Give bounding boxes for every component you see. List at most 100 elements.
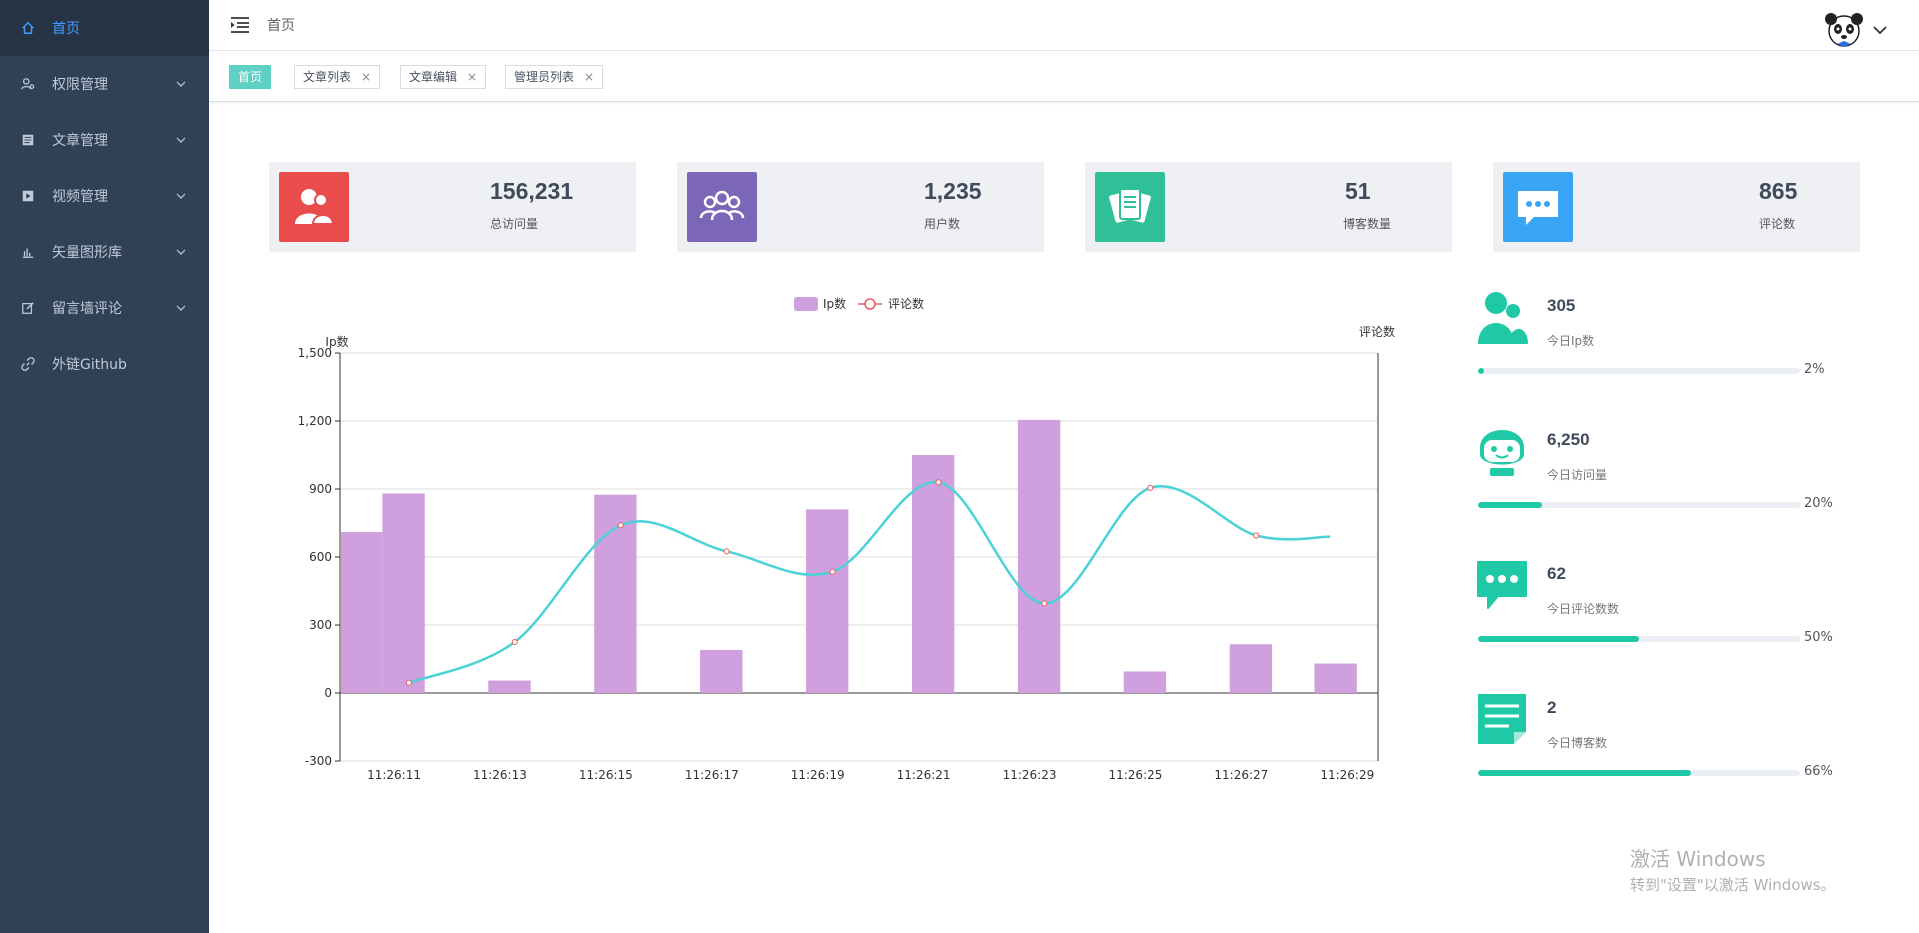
chat-icon bbox=[1503, 172, 1573, 242]
stat-label: 今日博客数 bbox=[1547, 736, 1608, 750]
bar bbox=[1123, 671, 1167, 693]
bar bbox=[488, 680, 531, 693]
line-point bbox=[1253, 532, 1260, 539]
user-key-icon bbox=[20, 76, 36, 92]
robot-face-icon bbox=[1480, 430, 1524, 476]
user-menu[interactable] bbox=[1823, 10, 1889, 50]
sidebar-item-label: 权限管理 bbox=[52, 77, 108, 93]
x-tick-label: 11:26:11 bbox=[367, 768, 421, 782]
progress-track bbox=[1478, 770, 1800, 776]
legend-swatch-bar bbox=[794, 297, 818, 311]
x-tick-label: 11:26:25 bbox=[1108, 768, 1162, 782]
close-icon[interactable]: × bbox=[361, 70, 371, 84]
card-label: 用户数 bbox=[924, 217, 961, 231]
stat-value: 305 bbox=[1547, 296, 1576, 315]
x-tick-label: 11:26:23 bbox=[1003, 768, 1057, 782]
link-icon bbox=[20, 356, 36, 372]
tag-article-edit[interactable]: 文章编辑 × bbox=[400, 65, 487, 89]
card-label: 博客数量 bbox=[1343, 217, 1392, 231]
sidebar-item-videos[interactable]: 视频管理 bbox=[0, 168, 209, 224]
card-value: 51 bbox=[1345, 178, 1371, 204]
bar bbox=[700, 649, 743, 693]
sidebar-item-comments[interactable]: 留言墙评论 bbox=[0, 280, 209, 336]
progress-track bbox=[1478, 502, 1800, 508]
group-icon bbox=[687, 172, 757, 242]
bar bbox=[1314, 663, 1357, 693]
sidebar-item-home[interactable]: 首页 bbox=[0, 0, 209, 56]
legend-label: Ip数 bbox=[823, 296, 846, 311]
tag-admin-list[interactable]: 管理员列表 × bbox=[505, 65, 604, 89]
today-comments-stat: 62 今日评论数数 50% bbox=[1476, 558, 1836, 658]
stat-card-comments[interactable]: 865 评论数 bbox=[1493, 162, 1860, 252]
sidebar-item-label: 文章管理 bbox=[52, 133, 108, 149]
y-tick-label: 0 bbox=[324, 686, 332, 700]
sidebar-item-vector-library[interactable]: 矢量图形库 bbox=[0, 224, 209, 280]
breadcrumb[interactable]: 首页 bbox=[267, 15, 295, 35]
stat-label: 今日评论数数 bbox=[1547, 602, 1620, 616]
line-point bbox=[1041, 600, 1048, 607]
tag-label: 首页 bbox=[238, 70, 263, 84]
progress-track bbox=[1478, 368, 1800, 374]
tags-view-bar: 首页 文章列表 × 文章编辑 × 管理员列表 × bbox=[209, 52, 1919, 102]
chart-canvas: Ip数 评论数Ip数评论数1,5001,2009006003000-30011:2… bbox=[298, 296, 1395, 782]
stat-card-blogs[interactable]: 51 博客数量 bbox=[1085, 162, 1452, 252]
line-point bbox=[511, 639, 518, 645]
chevron-down-icon bbox=[176, 249, 186, 255]
line-point bbox=[935, 479, 942, 486]
chart-ip-comments: Ip数 评论数 Ip数 评论数 1,500 1,200 900 600 300 0 -300 11:2… bbox=[260, 285, 1420, 805]
legend-label: 评论数 bbox=[888, 296, 924, 311]
sidebar: 首页 权限管理 文章管理 视频管理 矢量图形库 留言墙评论 外链Github bbox=[0, 0, 209, 933]
sidebar-item-label: 视频管理 bbox=[52, 189, 108, 205]
card-value: 865 bbox=[1759, 178, 1798, 204]
stat-card-users[interactable]: 1,235 用户数 bbox=[677, 162, 1044, 252]
tag-label: 管理员列表 bbox=[514, 70, 575, 84]
bar bbox=[594, 494, 637, 693]
x-tick-label: 11:26:21 bbox=[897, 768, 951, 782]
tag-article-list[interactable]: 文章列表 × bbox=[294, 65, 381, 89]
progress-percent: 2% bbox=[1804, 362, 1825, 377]
close-icon[interactable]: × bbox=[584, 70, 594, 84]
bar bbox=[1017, 419, 1061, 693]
card-value: 156,231 bbox=[490, 178, 574, 204]
line-point bbox=[617, 522, 624, 529]
note-icon bbox=[1478, 694, 1526, 744]
close-icon[interactable]: × bbox=[467, 70, 477, 84]
sidebar-item-articles[interactable]: 文章管理 bbox=[0, 112, 209, 168]
hamburger-icon[interactable] bbox=[229, 14, 251, 36]
x-tick-label: 11:26:29 bbox=[1320, 768, 1374, 782]
sidebar-item-github[interactable]: 外链Github bbox=[0, 336, 209, 392]
stat-label: 今日Ip数 bbox=[1547, 334, 1595, 348]
sidebar-item-label: 外链Github bbox=[52, 357, 127, 373]
stat-card-total-visits[interactable]: 156,231 总访问量 bbox=[269, 162, 636, 252]
tag-home[interactable]: 首页 bbox=[229, 65, 271, 89]
today-blogs-stat: 2 今日博客数 66% bbox=[1476, 692, 1836, 792]
chevron-down-icon bbox=[176, 305, 186, 311]
stat-value: 6,250 bbox=[1547, 430, 1590, 449]
y-tick-label: 1,500 bbox=[298, 346, 332, 360]
sidebar-item-permissions[interactable]: 权限管理 bbox=[0, 56, 209, 112]
bar bbox=[1229, 644, 1273, 693]
y-tick-label: -300 bbox=[305, 754, 332, 768]
avatar bbox=[1825, 13, 1863, 47]
edit-icon bbox=[20, 300, 36, 316]
top-navbar: 首页 bbox=[209, 0, 1919, 51]
x-tick-label: 11:26:13 bbox=[473, 768, 527, 782]
watermark-subtitle: 转到"设置"以激活 Windows。 bbox=[1630, 876, 1836, 894]
x-tick-label: 11:26:27 bbox=[1214, 768, 1268, 782]
today-ip-stat: 305 今日Ip数 2% bbox=[1476, 290, 1836, 390]
line-point bbox=[829, 568, 836, 575]
y-tick-label: 900 bbox=[309, 482, 332, 496]
bar bbox=[911, 455, 955, 693]
x-tick-label: 11:26:15 bbox=[579, 768, 633, 782]
today-visits-stat: 6,250 今日访问量 20% bbox=[1476, 424, 1836, 524]
chevron-down-icon bbox=[176, 81, 186, 87]
progress-percent: 20% bbox=[1804, 496, 1833, 511]
progress-fill bbox=[1478, 368, 1485, 374]
progress-track bbox=[1478, 636, 1800, 642]
stat-value: 2 bbox=[1547, 698, 1557, 717]
card-value: 1,235 bbox=[924, 178, 982, 204]
x-tick-label: 11:26:19 bbox=[791, 768, 845, 782]
chevron-down-icon bbox=[176, 137, 186, 143]
chevron-down-icon bbox=[1873, 26, 1887, 35]
progress-percent: 50% bbox=[1804, 630, 1833, 645]
